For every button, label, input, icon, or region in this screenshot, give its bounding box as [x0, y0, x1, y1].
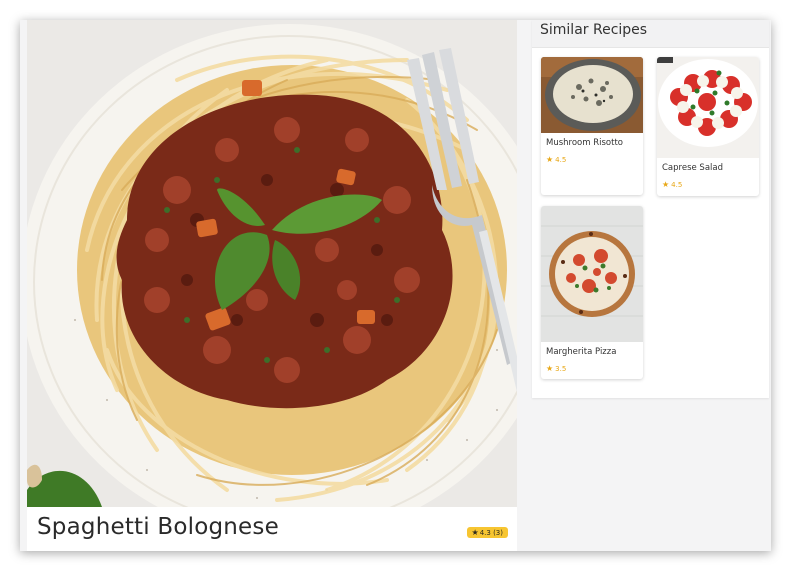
recipe-card-rating: ★ 4.5	[546, 155, 567, 164]
recipe-card-mushroom-risotto[interactable]: Mushroom Risotto ★ 4.5	[541, 57, 643, 195]
recipe-card-margherita-pizza[interactable]: Margherita Pizza ★ 3.5	[541, 206, 643, 379]
recipe-card-name: Caprese Salad	[662, 163, 724, 173]
recipe-hero-footer: Spaghetti Bolognese ★4.3 (3)	[27, 507, 517, 551]
recipe-card-name: Mushroom Risotto	[546, 138, 623, 148]
recipe-card-image	[657, 57, 759, 158]
recipe-title: Spaghetti Bolognese	[37, 514, 279, 540]
mushroom-risotto-photo	[541, 57, 643, 133]
star-icon: ★	[546, 364, 554, 373]
caprese-salad-photo	[657, 57, 759, 158]
recipe-card-rating: ★ 3.5	[546, 364, 567, 373]
similar-recipes-title: Similar Recipes	[540, 22, 648, 38]
recipe-card-caprese-salad[interactable]: Caprese Salad ★ 4.5	[657, 57, 759, 196]
similar-recipes-header: Similar Recipes	[532, 20, 769, 48]
recipe-card-name: Margherita Pizza	[546, 347, 617, 357]
spaghetti-bolognese-photo	[27, 20, 517, 507]
similar-recipes-panel: Similar Recipes Mushroom Risotto ★ 4.5 C…	[532, 20, 769, 398]
star-icon: ★	[662, 180, 670, 189]
star-icon: ★	[546, 155, 554, 164]
recipe-card-image	[541, 57, 643, 133]
recipe-hero-image	[27, 20, 517, 507]
rating-badge: ★4.3 (3)	[466, 527, 508, 538]
margherita-pizza-photo	[541, 206, 643, 342]
rating-value: 4.3 (3)	[479, 529, 503, 537]
star-icon: ★	[471, 528, 479, 537]
recipe-card-image	[541, 206, 643, 342]
recipe-card-rating: ★ 4.5	[662, 180, 683, 189]
app-window: Spaghetti Bolognese ★4.3 (3) Similar Rec…	[20, 20, 771, 551]
recipe-hero: Spaghetti Bolognese ★4.3 (3)	[27, 20, 517, 551]
